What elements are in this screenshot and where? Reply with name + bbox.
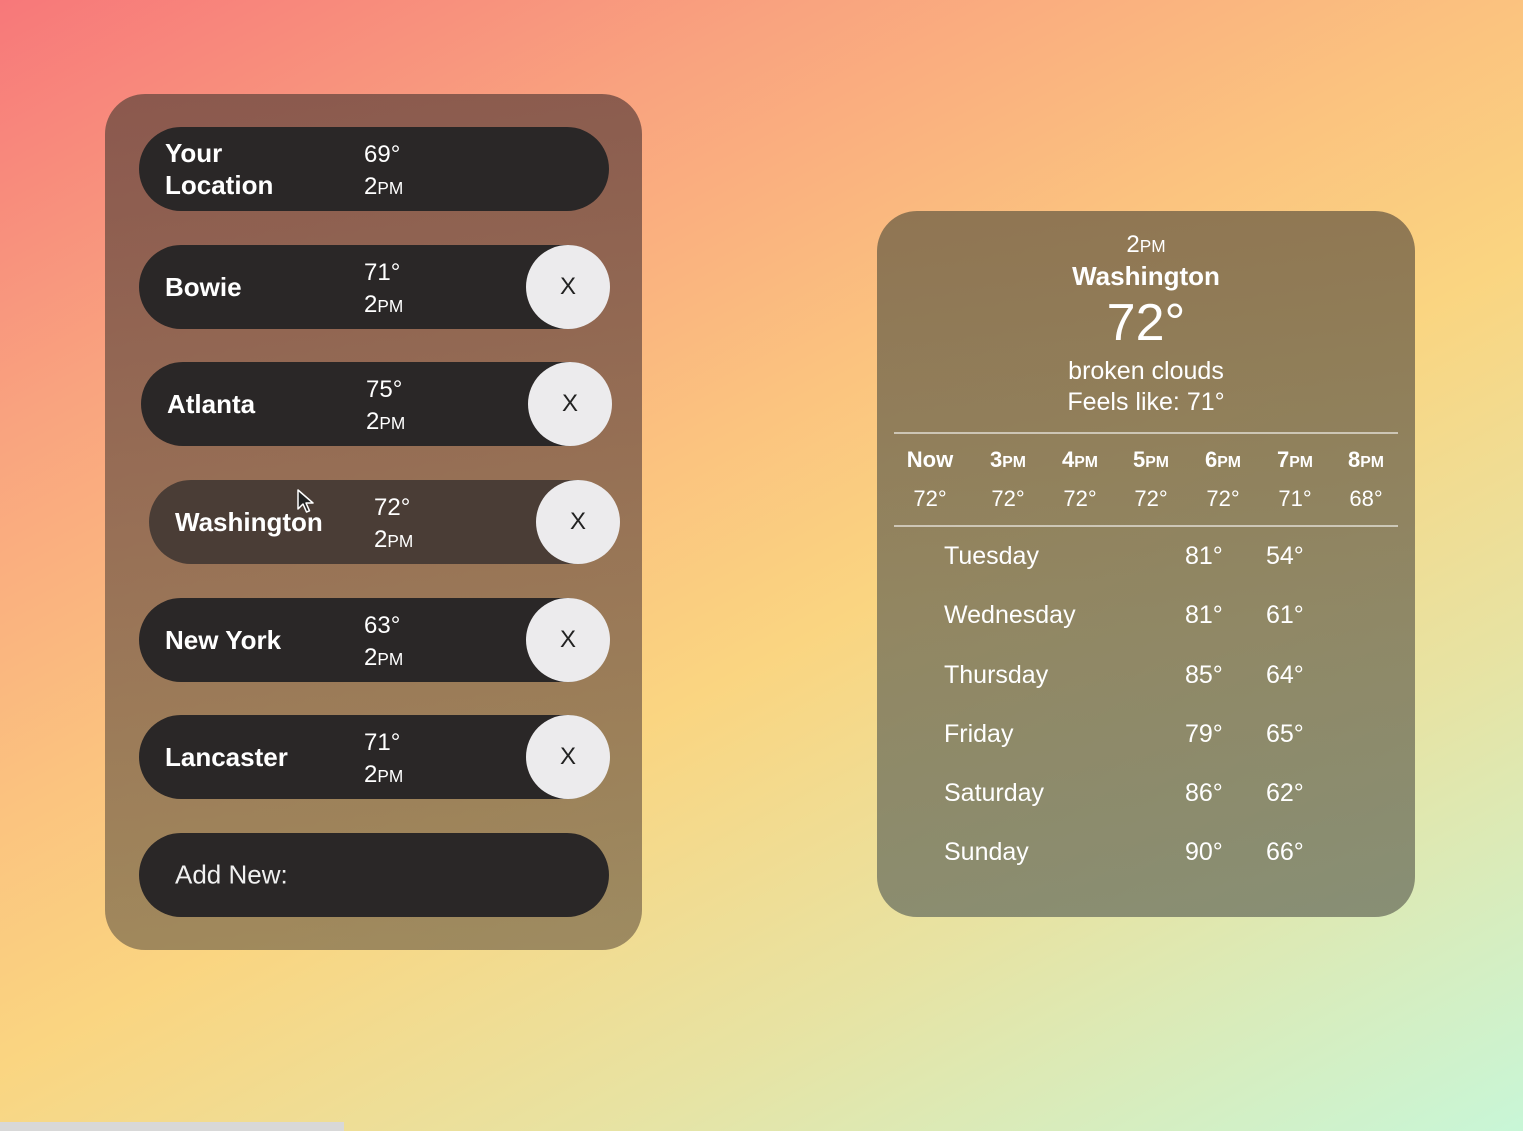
daily-row: Sunday 90° 66°	[877, 838, 1415, 878]
hourly-time: 7PM	[1277, 447, 1313, 472]
detail-feels-like: Feels like: 71°	[1067, 388, 1225, 416]
day-high: 90°	[1185, 838, 1223, 866]
hourly-time: 4PM	[1062, 447, 1098, 472]
hourly-time: 6PM	[1205, 447, 1241, 472]
location-temp-block: 69° 2PM	[364, 139, 403, 204]
location-name: Bowie	[165, 272, 242, 302]
hourly-temp: 72°	[1206, 486, 1240, 511]
location-name: New York	[165, 625, 282, 655]
location-item-washington[interactable]: Washington 72° 2PM X	[149, 480, 620, 564]
location-name: Lancaster	[165, 742, 288, 772]
day-high: 85°	[1185, 661, 1223, 689]
hourly-item: 5PM 72°	[1115, 444, 1187, 519]
day-low: 61°	[1266, 601, 1304, 629]
day-low: 62°	[1266, 779, 1304, 807]
day-name: Friday	[944, 720, 1014, 748]
location-time: 2PM	[364, 761, 404, 788]
hourly-item: 6PM 72°	[1187, 444, 1259, 519]
remove-atlanta-button[interactable]: X	[528, 362, 612, 446]
hourly-item: 7PM 71°	[1259, 444, 1331, 519]
detail-time: 2PM	[1126, 231, 1166, 258]
location-time: 2PM	[364, 644, 404, 671]
hourly-time: 3PM	[990, 447, 1026, 472]
hourly-item: 3PM 72°	[972, 444, 1044, 519]
hourly-temp: 72°	[913, 486, 947, 511]
location-temp-block: 63° 2PM	[364, 610, 403, 675]
hourly-temp: 72°	[1134, 486, 1168, 511]
location-temp: 71°	[364, 259, 401, 286]
detail-temperature: 72°	[1106, 294, 1186, 352]
remove-lancaster-button[interactable]: X	[526, 715, 610, 799]
remove-bowie-button[interactable]: X	[526, 245, 610, 329]
hourly-time: 5PM	[1133, 447, 1169, 472]
location-time: 2PM	[374, 526, 414, 553]
daily-row: Thursday 85° 64°	[877, 661, 1415, 701]
day-high: 86°	[1185, 779, 1223, 807]
hourly-time: Now	[906, 447, 954, 472]
remove-washington-button[interactable]: X	[536, 480, 620, 564]
location-temp: 69°	[364, 141, 401, 168]
location-item-bowie[interactable]: Bowie 71° 2PM X	[139, 245, 610, 329]
daily-row: Friday 79° 65°	[877, 720, 1415, 760]
hourly-time: 8PM	[1348, 447, 1384, 472]
hourly-temp: 72°	[991, 486, 1025, 511]
location-temp-block: 71° 2PM	[364, 727, 403, 792]
day-low: 66°	[1266, 838, 1304, 866]
day-high: 81°	[1185, 542, 1223, 570]
divider	[894, 525, 1398, 527]
location-name: Washington	[175, 507, 323, 537]
day-high: 79°	[1185, 720, 1223, 748]
hourly-item: 4PM 72°	[1044, 444, 1116, 519]
add-new-input[interactable]: Add New:	[139, 833, 609, 917]
location-time: 2PM	[364, 173, 404, 200]
location-item-your-location[interactable]: Your Location 69° 2PM	[139, 127, 609, 211]
day-name: Tuesday	[944, 542, 1039, 570]
location-name: Your Location	[165, 138, 274, 200]
hourly-item: Now 72°	[894, 444, 966, 519]
location-item-new-york[interactable]: New York 63° 2PM X	[139, 598, 610, 682]
location-name: Atlanta	[167, 389, 256, 419]
hourly-forecast: Now 72° 3PM 72° 4PM 72° 5PM 72° 6PM 72° …	[894, 444, 1398, 524]
daily-row: Wednesday 81° 61°	[877, 601, 1415, 641]
location-item-lancaster[interactable]: Lancaster 71° 2PM X	[139, 715, 610, 799]
day-name: Sunday	[944, 838, 1029, 866]
daily-row: Tuesday 81° 54°	[877, 542, 1415, 582]
remove-new-york-button[interactable]: X	[526, 598, 610, 682]
location-temp-block: 75° 2PM	[366, 374, 405, 439]
location-temp: 71°	[364, 729, 401, 756]
hourly-temp: 68°	[1349, 486, 1383, 511]
detail-city: Washington	[1072, 261, 1220, 291]
location-temp: 72°	[374, 494, 411, 521]
weather-detail-panel: 2PM Washington 72° broken clouds Feels l…	[877, 211, 1415, 917]
location-temp: 75°	[366, 376, 403, 403]
location-temp-block: 71° 2PM	[364, 257, 403, 322]
add-new-label: Add New:	[175, 859, 288, 890]
location-temp: 63°	[364, 612, 401, 639]
day-name: Thursday	[944, 661, 1049, 689]
day-low: 54°	[1266, 542, 1304, 570]
day-low: 64°	[1266, 661, 1304, 689]
bottom-scrollbar[interactable]	[0, 1122, 344, 1131]
hourly-item: 8PM 68°	[1330, 444, 1402, 519]
location-time: 2PM	[366, 408, 406, 435]
day-high: 81°	[1185, 601, 1223, 629]
detail-description: broken clouds	[1068, 357, 1224, 385]
divider	[894, 432, 1398, 434]
locations-panel: Your Location 69° 2PM Bowie 71° 2PM X At…	[105, 94, 642, 950]
hourly-temp: 71°	[1278, 486, 1312, 511]
location-time: 2PM	[364, 291, 404, 318]
location-item-atlanta[interactable]: Atlanta 75° 2PM X	[141, 362, 612, 446]
day-low: 65°	[1266, 720, 1304, 748]
day-name: Wednesday	[944, 601, 1076, 629]
day-name: Saturday	[944, 779, 1045, 807]
location-temp-block: 72° 2PM	[374, 492, 413, 557]
hourly-temp: 72°	[1063, 486, 1097, 511]
daily-row: Saturday 86° 62°	[877, 779, 1415, 819]
mouse-pointer-icon	[297, 489, 314, 513]
